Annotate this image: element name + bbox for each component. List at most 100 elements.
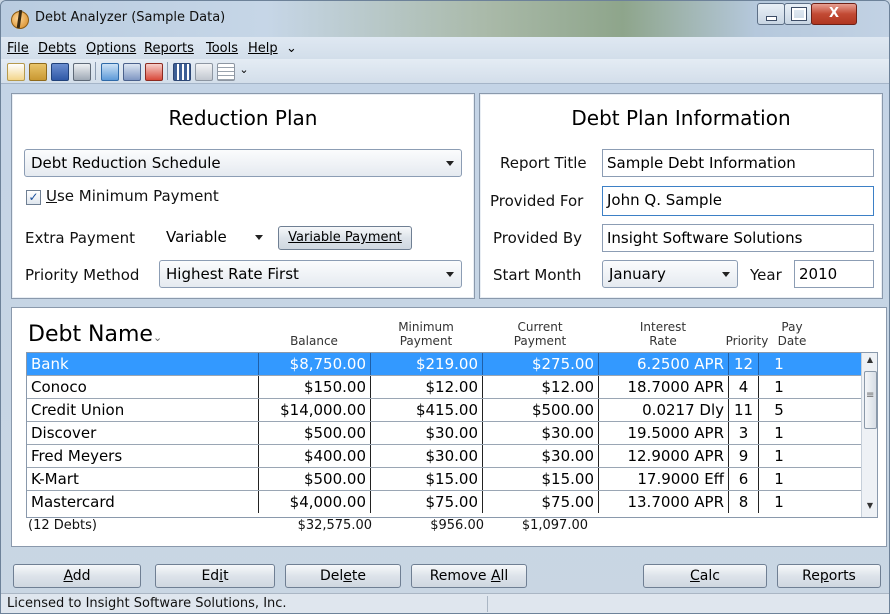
minimum-cell: $219.00: [371, 353, 483, 375]
debt-grid-panel: Debt Name⌄ Balance Minimum Payment Curre…: [11, 307, 887, 547]
balance-cell: $8,750.00: [259, 353, 371, 375]
menu-overflow-icon[interactable]: ⌄: [286, 41, 297, 56]
table-row[interactable]: Mastercard $4,000.00 $75.00 $75.00 13.70…: [27, 491, 861, 513]
debt-name-cell: Bank: [27, 353, 259, 375]
debt-plan-info-title: Debt Plan Information: [571, 106, 791, 130]
maximize-button[interactable]: [784, 3, 812, 25]
add-debt-icon[interactable]: [101, 63, 119, 81]
add-button[interactable]: Add: [13, 564, 141, 588]
use-minimum-label[interactable]: Use Minimum Payment: [46, 187, 219, 205]
priority-header[interactable]: Priority: [720, 334, 774, 348]
pay-date-header-line2[interactable]: Date: [772, 334, 812, 348]
grid-icon[interactable]: [173, 63, 191, 81]
current-cell: $30.00: [483, 445, 599, 467]
extra-payment-label: Extra Payment: [25, 229, 136, 247]
minimum-header-line1[interactable]: Minimum: [370, 320, 482, 334]
menu-options[interactable]: Options: [86, 41, 136, 56]
vertical-scrollbar[interactable]: ▲ ▼: [861, 353, 877, 517]
rate-header-line1[interactable]: Interest: [598, 320, 728, 334]
current-cell: $15.00: [483, 468, 599, 490]
report-icon[interactable]: [195, 63, 213, 81]
window-title: Debt Analyzer (Sample Data): [35, 10, 226, 25]
minimum-header-line2[interactable]: Payment: [370, 334, 482, 348]
open-folder-icon[interactable]: [29, 63, 47, 81]
table-row[interactable]: Conoco $150.00 $12.00 $12.00 18.7000 APR…: [27, 376, 861, 398]
start-month-select[interactable]: January: [602, 260, 738, 288]
chevron-down-icon: [255, 235, 263, 240]
balance-header[interactable]: Balance: [258, 334, 370, 348]
current-cell: $30.00: [483, 422, 599, 444]
table-row[interactable]: Fred Meyers $400.00 $30.00 $30.00 12.900…: [27, 445, 861, 467]
table-row[interactable]: K-Mart $500.00 $15.00 $15.00 17.9000 Eff…: [27, 468, 861, 490]
pay-date-cell: 5: [774, 401, 784, 419]
balance-cell: $14,000.00: [259, 399, 371, 421]
debt-name-cell: Credit Union: [27, 399, 259, 421]
extra-payment-select[interactable]: Variable: [160, 224, 270, 252]
minimum-cell: $30.00: [371, 422, 483, 444]
current-header-line2[interactable]: Payment: [482, 334, 598, 348]
table-row[interactable]: Credit Union $14,000.00 $415.00 $500.00 …: [27, 399, 861, 421]
title-bar[interactable]: Debt Analyzer (Sample Data) X: [1, 1, 889, 37]
scroll-down-icon[interactable]: ▼: [862, 501, 877, 515]
menu-help[interactable]: Help: [248, 41, 278, 56]
reduction-plan-panel: Reduction Plan Debt Reduction Schedule ✓…: [11, 93, 475, 299]
rate-cell: 17.9000 Eff: [599, 468, 729, 490]
new-file-icon[interactable]: [7, 63, 25, 81]
minimize-button[interactable]: [757, 3, 785, 25]
pay-date-cell: 1: [774, 355, 784, 373]
provided-by-label: Provided By: [493, 229, 583, 247]
variable-payment-button[interactable]: Variable Payment: [278, 226, 412, 250]
minimum-cell: $30.00: [371, 445, 483, 467]
balance-cell: $4,000.00: [259, 491, 371, 513]
debt-name-cell: K-Mart: [27, 468, 259, 490]
edit-button[interactable]: Edit: [155, 564, 275, 588]
debt-name-cell: Mastercard: [27, 491, 259, 513]
priority-cell: 8: [729, 491, 759, 513]
debt-name-header[interactable]: Debt Name⌄: [28, 322, 162, 347]
toolbar: ⌄: [1, 59, 889, 84]
menu-file[interactable]: File: [7, 41, 29, 56]
priority-method-value: Highest Rate First: [166, 265, 299, 283]
menu-debts[interactable]: Debts: [38, 41, 76, 56]
toolbar-overflow-icon[interactable]: ⌄: [239, 63, 249, 79]
balance-cell: $500.00: [259, 468, 371, 490]
delete-button[interactable]: Delete: [285, 564, 401, 588]
priority-cell: 12: [729, 353, 759, 375]
chevron-down-icon: [722, 272, 730, 277]
rate-cell: 12.9000 APR: [599, 445, 729, 467]
rate-header-line2[interactable]: Rate: [598, 334, 728, 348]
current-header-line1[interactable]: Current: [482, 320, 598, 334]
rate-cell: 13.7000 APR: [599, 491, 729, 513]
provided-for-field[interactable]: John Q. Sample: [602, 186, 874, 216]
save-icon[interactable]: [51, 63, 69, 81]
report-title-field[interactable]: Sample Debt Information: [602, 149, 874, 177]
schedule-select[interactable]: Debt Reduction Schedule: [24, 149, 462, 177]
current-cell: $75.00: [483, 491, 599, 513]
remove-all-button[interactable]: Remove All: [411, 564, 527, 588]
table-row[interactable]: Discover $500.00 $30.00 $30.00 19.5000 A…: [27, 422, 861, 444]
table-row[interactable]: Bank $8,750.00 $219.00 $275.00 6.2500 AP…: [27, 353, 861, 375]
app-logo-icon: [11, 11, 29, 29]
start-month-value: January: [609, 265, 666, 283]
provided-by-field[interactable]: Insight Software Solutions: [602, 224, 874, 252]
edit-icon[interactable]: [123, 63, 141, 81]
close-button[interactable]: X: [811, 3, 857, 25]
reports-button[interactable]: Reports: [777, 564, 881, 588]
calc-button[interactable]: Calc: [643, 564, 767, 588]
schedule-value: Debt Reduction Schedule: [31, 154, 221, 172]
print-icon[interactable]: [73, 63, 91, 81]
priority-method-label: Priority Method: [25, 266, 140, 284]
menu-reports[interactable]: Reports: [144, 41, 194, 56]
priority-method-select[interactable]: Highest Rate First: [159, 260, 462, 288]
use-minimum-checkbox[interactable]: ✓: [26, 190, 41, 205]
total-minimum: $956.00: [430, 518, 484, 533]
year-field[interactable]: 2010: [794, 260, 874, 288]
document-icon[interactable]: [217, 63, 235, 81]
delete-icon[interactable]: [145, 63, 163, 81]
pay-date-cell: 1: [774, 447, 784, 465]
scroll-up-icon[interactable]: ▲: [862, 355, 877, 369]
scroll-thumb[interactable]: [864, 371, 877, 429]
pay-date-header-line1[interactable]: Pay: [772, 320, 812, 334]
menu-tools[interactable]: Tools: [206, 41, 238, 56]
total-current: $1,097.00: [521, 518, 588, 533]
